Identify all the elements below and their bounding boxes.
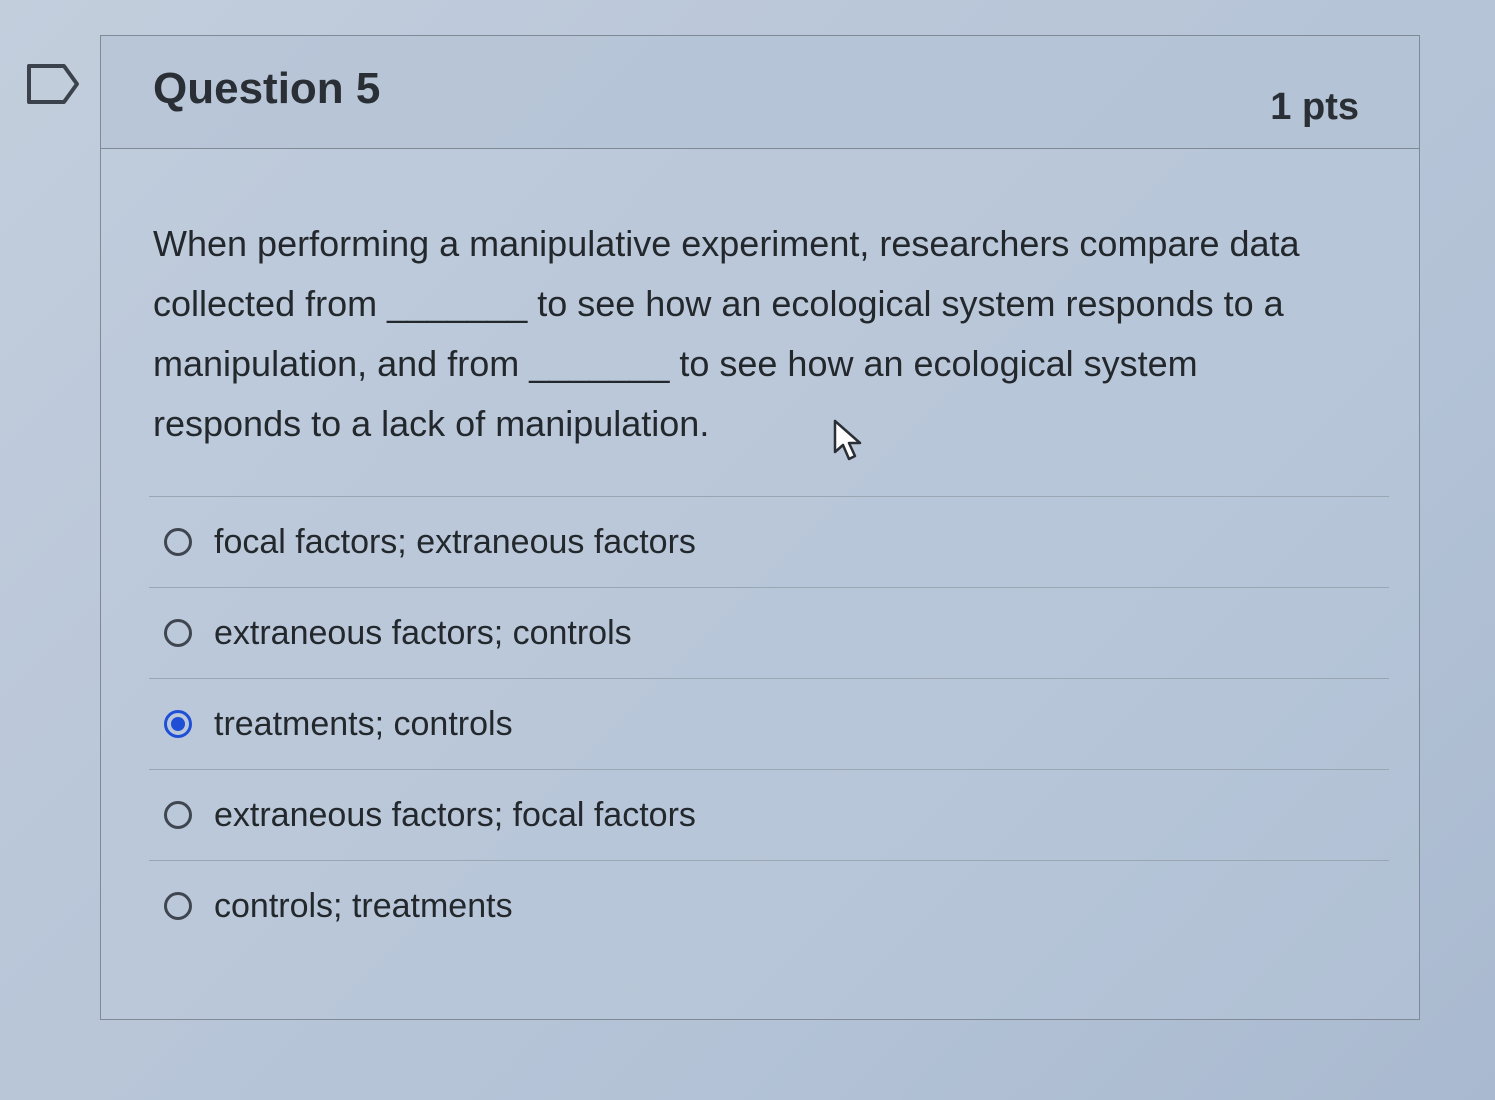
answer-label: treatments; controls: [214, 704, 513, 743]
radio-button[interactable]: [164, 619, 192, 647]
answer-option[interactable]: extraneous factors; focal factors: [149, 769, 1389, 860]
radio-button[interactable]: [164, 892, 192, 920]
answer-option[interactable]: extraneous factors; controls: [149, 587, 1389, 678]
radio-button-selected[interactable]: [164, 710, 192, 738]
answer-option[interactable]: treatments; controls: [149, 678, 1389, 769]
answer-label: extraneous factors; focal factors: [214, 795, 696, 834]
radio-button[interactable]: [164, 528, 192, 556]
answer-option[interactable]: controls; treatments: [149, 860, 1389, 951]
answer-label: extraneous factors; controls: [214, 613, 632, 652]
question-title: Question 5: [153, 64, 381, 113]
question-text: When performing a manipulative experimen…: [153, 223, 1300, 444]
question-card: Question 5 1 pts When performing a manip…: [100, 35, 1420, 1020]
question-header: Question 5 1 pts: [101, 36, 1419, 149]
question-points: 1 pts: [1270, 86, 1359, 128]
flag-question-icon[interactable]: [26, 62, 80, 106]
answer-option[interactable]: focal factors; extraneous factors: [149, 496, 1389, 587]
answer-label: focal factors; extraneous factors: [214, 522, 696, 561]
mouse-cursor-icon: [833, 419, 862, 461]
answer-label: controls; treatments: [214, 886, 513, 925]
answer-list: focal factors; extraneous factors extran…: [149, 496, 1389, 951]
radio-button[interactable]: [164, 801, 192, 829]
